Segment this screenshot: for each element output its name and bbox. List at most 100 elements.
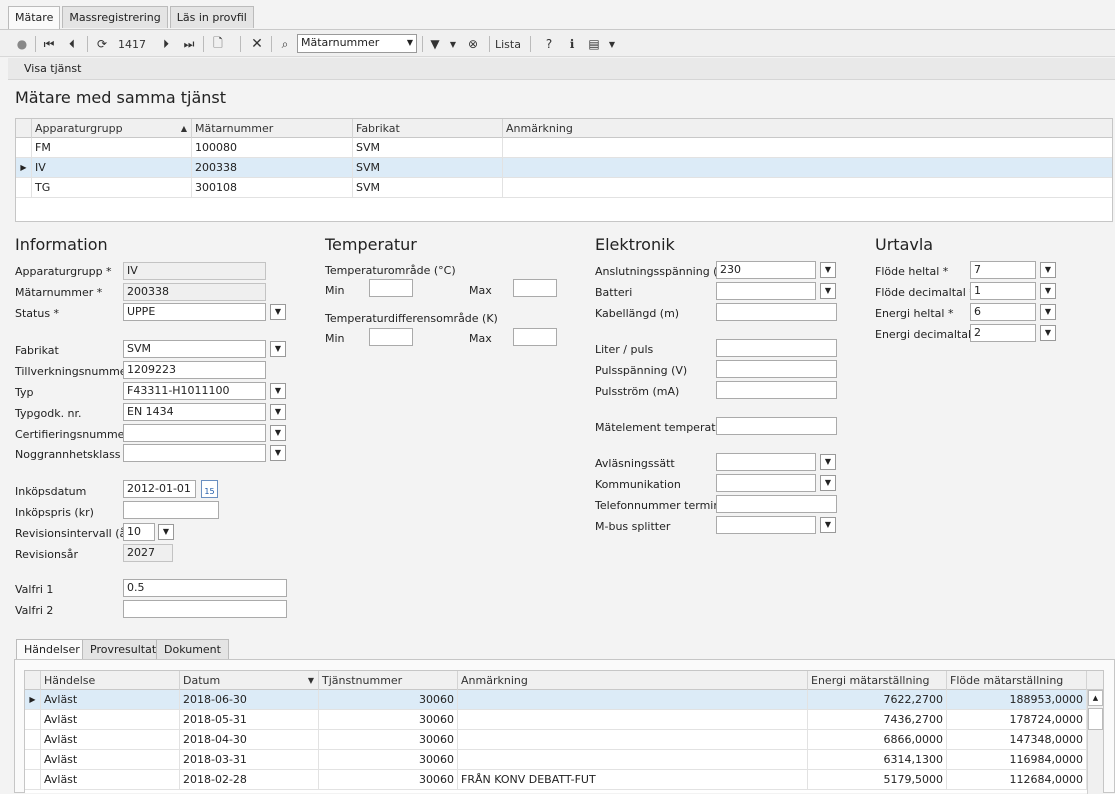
chevron-down-icon[interactable]: ▼ [820, 475, 836, 491]
status-select[interactable]: UPPE [123, 303, 266, 321]
new-document-icon[interactable]: 🗋 [209, 34, 227, 54]
refresh-icon[interactable]: ⟳ [93, 34, 111, 54]
liters-field[interactable] [716, 339, 837, 357]
chevron-down-icon[interactable]: ▼ [820, 283, 836, 299]
energy-dec-select[interactable]: 2 [970, 324, 1036, 342]
information-title: Information [15, 235, 108, 254]
accuracy-label: Noggrannhetsklass [15, 448, 121, 461]
col-datum[interactable]: Datum ▼ [180, 671, 319, 690]
temp-max-field[interactable] [513, 279, 557, 297]
col-matarnummer[interactable]: Mätarnummer [192, 119, 353, 138]
col-handelse[interactable]: Händelse [41, 671, 180, 690]
table-row[interactable]: Avläst 2018-04-30 30060 6866,0000 147348,000… [25, 730, 1087, 750]
flow-dec-select[interactable]: 1 [970, 282, 1036, 300]
report-dropdown-icon[interactable]: ▼ [606, 34, 618, 54]
optional2-field[interactable] [123, 600, 287, 618]
filter-icon[interactable]: ▼ [427, 34, 443, 54]
cable-field[interactable] [716, 303, 837, 321]
energy-int-select[interactable]: 6 [970, 303, 1036, 321]
scroll-up-icon[interactable]: ▲ [1088, 690, 1103, 706]
info-icon[interactable]: ℹ [563, 34, 581, 54]
col-fabrikat[interactable]: Fabrikat [353, 119, 503, 138]
chevron-down-icon[interactable]: ▼ [270, 304, 286, 320]
table-row[interactable]: ▶ IV 200338 SVM [16, 158, 1112, 178]
col-energi[interactable]: Energi mätarställning (kWh) [808, 671, 947, 706]
filter-dropdown-icon[interactable]: ▼ [447, 34, 459, 54]
col-anmarkning[interactable]: Anmärkning [458, 671, 808, 690]
voltage-select[interactable]: 230 [716, 261, 816, 279]
flow-int-select[interactable]: 7 [970, 261, 1036, 279]
phone-field[interactable] [716, 495, 837, 513]
col-tjanstnummer[interactable]: Tjänstnummer [319, 671, 458, 690]
scroll-thumb[interactable] [1088, 708, 1103, 730]
scrollbar[interactable]: ▲ [1087, 690, 1103, 794]
chevron-down-icon[interactable]: ▼ [270, 425, 286, 441]
accuracy-select[interactable] [123, 444, 266, 462]
pulse-voltage-field[interactable] [716, 360, 837, 378]
chevron-down-icon[interactable]: ▼ [1040, 262, 1056, 278]
manufacturer-select[interactable]: SVM [123, 340, 266, 358]
temp-diff-min-field[interactable] [369, 328, 413, 346]
show-service-button[interactable]: Visa tjänst [24, 62, 81, 75]
chevron-down-icon[interactable]: ▼ [820, 517, 836, 533]
col-flode[interactable]: Flöde mätarställning (m³) [947, 671, 1087, 706]
col-apparaturgrupp[interactable]: Apparaturgrupp ▲ [32, 119, 192, 138]
chevron-down-icon[interactable]: ▼ [820, 262, 836, 278]
chevron-down-icon[interactable]: ▼ [270, 404, 286, 420]
purchase-price-field[interactable] [123, 501, 219, 519]
chevron-down-icon[interactable]: ▼ [270, 383, 286, 399]
tab-matare[interactable]: Mätare [8, 6, 61, 29]
temp-min-field[interactable] [369, 279, 413, 297]
mbus-select[interactable] [716, 516, 816, 534]
chevron-down-icon[interactable]: ▼ [270, 445, 286, 461]
last-record-icon[interactable]: ⏭ [180, 34, 198, 54]
type-approval-select[interactable]: EN 1434 [123, 403, 266, 421]
table-row[interactable]: Avläst 2018-02-28 30060 FRÅN KONV DEBATT-FU… [25, 770, 1087, 790]
first-record-icon[interactable]: ⏮ [40, 34, 58, 54]
table-row[interactable]: TG 300108 SVM [16, 178, 1112, 198]
battery-select[interactable] [716, 282, 816, 300]
type-select[interactable]: F43311-H1011100 [123, 382, 266, 400]
optional1-field[interactable]: 0.5 [123, 579, 287, 597]
serial-field[interactable]: 1209223 [123, 361, 266, 379]
chevron-down-icon[interactable]: ▼ [158, 524, 174, 540]
report-icon[interactable]: ▤ [585, 34, 603, 54]
cert-number-select[interactable] [123, 424, 266, 442]
next-record-icon[interactable]: ⏵ [157, 34, 175, 54]
tab-dokument[interactable]: Dokument [156, 639, 229, 659]
temp-diff-max-label: Max [469, 332, 492, 345]
element-temp-field[interactable] [716, 417, 837, 435]
list-button[interactable]: Lista [494, 34, 522, 54]
calendar-icon[interactable]: 15 [201, 480, 218, 498]
table-cell: 116984,0000 [947, 750, 1087, 769]
temp-diff-min-label: Min [325, 332, 345, 345]
turtle-icon[interactable]: ● [14, 34, 30, 54]
communication-select[interactable] [716, 474, 816, 492]
previous-record-icon[interactable]: ⏴ [63, 34, 81, 54]
clear-filter-icon[interactable]: ⊗ [464, 34, 482, 54]
chevron-down-icon[interactable]: ▼ [1040, 304, 1056, 320]
optional1-label: Valfri 1 [15, 583, 54, 596]
chevron-down-icon[interactable]: ▼ [820, 454, 836, 470]
table-cell: 147348,0000 [947, 730, 1087, 749]
reading-method-select[interactable] [716, 453, 816, 471]
tab-handelser[interactable]: Händelser [16, 639, 88, 660]
chevron-down-icon[interactable]: ▼ [1040, 283, 1056, 299]
revision-interval-select[interactable]: 10 [123, 523, 155, 541]
search-field-select[interactable]: Mätarnummer ▼ [297, 34, 417, 53]
temp-diff-max-field[interactable] [513, 328, 557, 346]
pulse-current-field[interactable] [716, 381, 837, 399]
tab-las-in-provfil[interactable]: Läs in provfil [169, 6, 254, 28]
purchase-date-field[interactable]: 2012-01-01 [123, 480, 196, 498]
chevron-down-icon[interactable]: ▼ [1040, 325, 1056, 341]
table-row[interactable]: ▶ Avläst 2018-06-30 30060 7622,2700 188953,00… [25, 690, 1087, 710]
table-row[interactable]: FM 100080 SVM [16, 138, 1112, 158]
help-icon[interactable]: ? [540, 34, 558, 54]
table-row[interactable]: Avläst 2018-05-31 30060 7436,2700 178724,000… [25, 710, 1087, 730]
tab-massregistrering[interactable]: Massregistrering [62, 6, 168, 28]
delete-icon[interactable]: ✕ [248, 34, 266, 54]
tab-provresultat[interactable]: Provresultat [82, 639, 165, 659]
chevron-down-icon[interactable]: ▼ [270, 341, 286, 357]
table-row[interactable]: Avläst 2018-03-31 30060 6314,1300 116984,000… [25, 750, 1087, 770]
col-anmarkning[interactable]: Anmärkning [503, 119, 1112, 138]
